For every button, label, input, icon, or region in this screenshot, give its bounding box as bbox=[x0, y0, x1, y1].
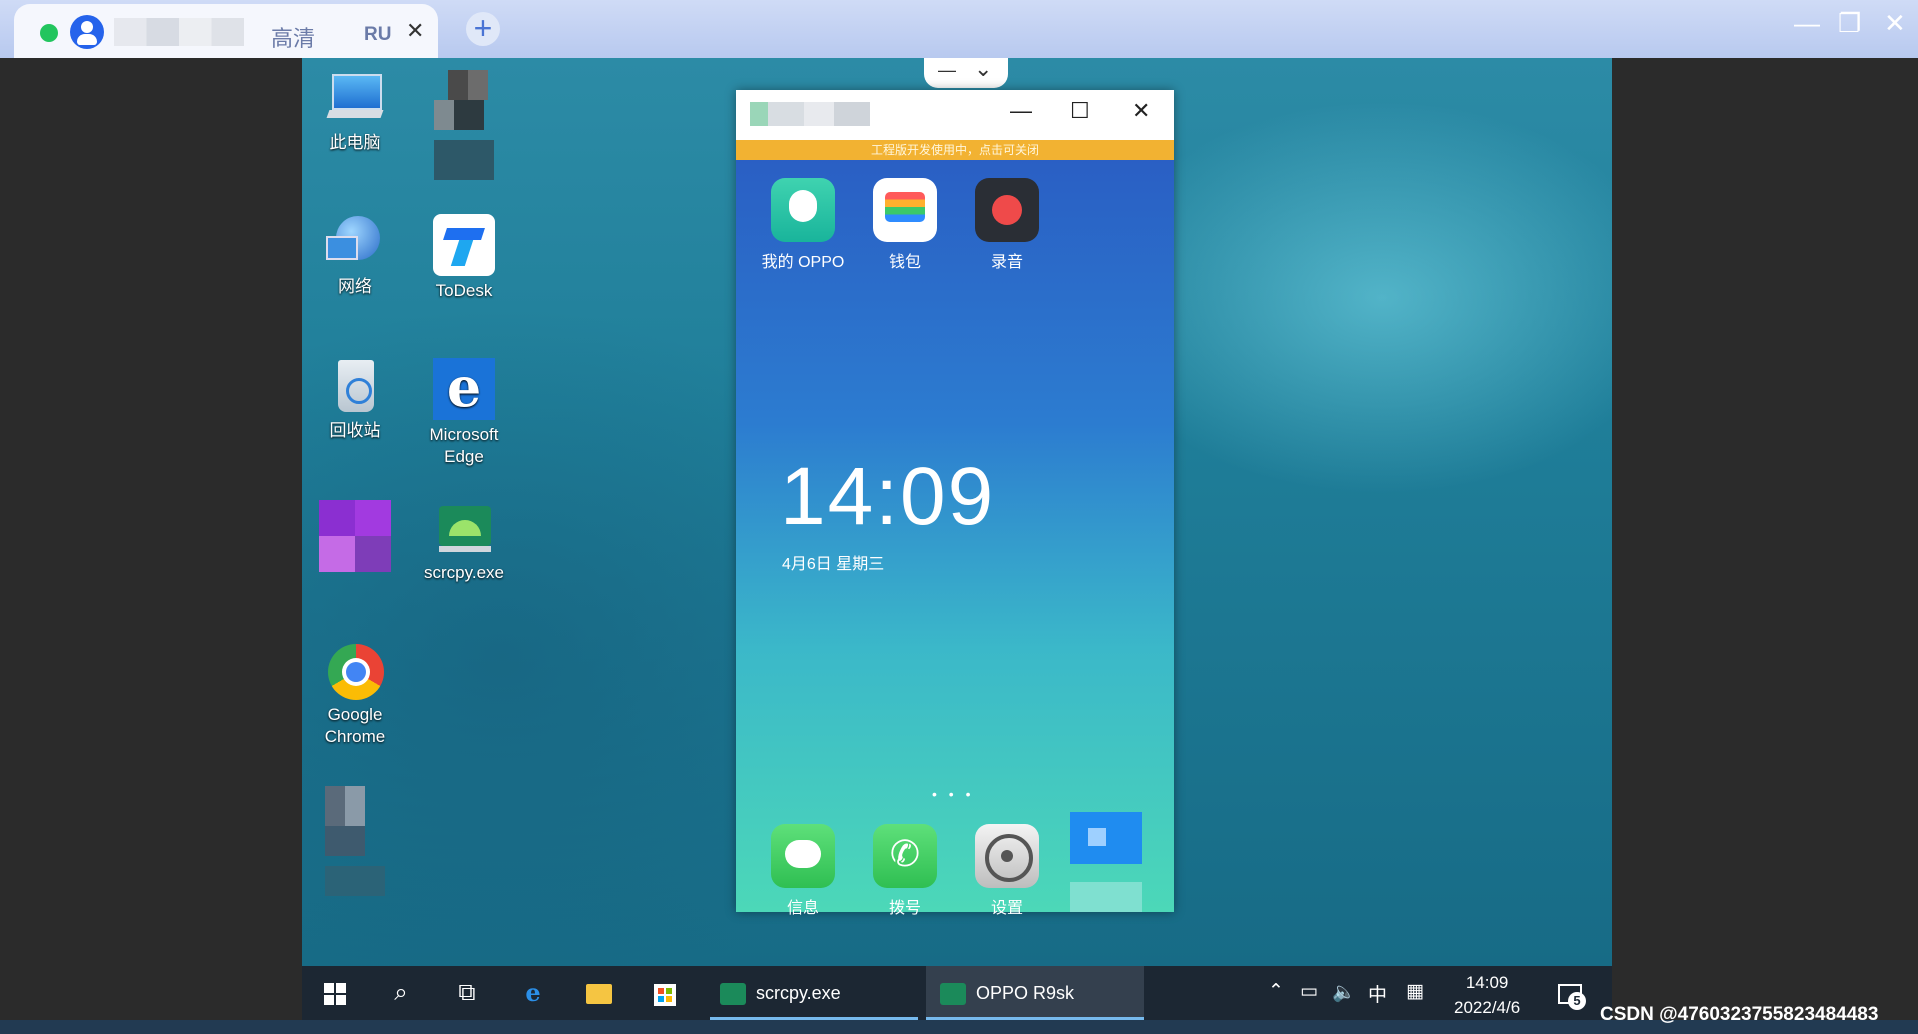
redacted-app-icon bbox=[1070, 812, 1142, 912]
app-my-oppo[interactable]: 我的 OPPO bbox=[758, 178, 848, 272]
desktop-icon-label: 网络 bbox=[338, 277, 372, 296]
restore-button[interactable]: ❐ bbox=[1838, 10, 1861, 36]
taskbar-app-label: OPPO R9sk bbox=[976, 983, 1075, 1003]
phone-close-button[interactable]: ✕ bbox=[1132, 100, 1150, 122]
minimize-button[interactable]: — bbox=[1794, 10, 1820, 36]
remote-desktop: 此电脑 网络 回收站 Google Chrome ToDesk e Micros… bbox=[302, 58, 1612, 966]
redacted-app-icon bbox=[325, 786, 385, 906]
session-tab[interactable]: 高清 RU ✕ bbox=[14, 4, 438, 58]
windows-taskbar: ⌕ ⧉ e scrcpy.exe OPPO R9sk ⌃ ▭ 🔈 中 ▦ 14:… bbox=[302, 966, 1612, 1020]
redacted-device-name bbox=[114, 18, 244, 46]
redacted-window-title bbox=[750, 102, 870, 126]
taskbar-app-oppo[interactable]: OPPO R9sk bbox=[926, 966, 1144, 1020]
taskbar-app-scrcpy[interactable]: scrcpy.exe bbox=[710, 966, 918, 1020]
taskbar-app-label: scrcpy.exe bbox=[756, 983, 841, 1003]
phone-minimize-button[interactable]: — bbox=[1010, 100, 1032, 122]
desktop-icon-redacted-3[interactable] bbox=[414, 70, 514, 194]
desktop-icon-microsoft-edge[interactable]: e Microsoft Edge bbox=[414, 358, 514, 468]
user-avatar-icon bbox=[70, 15, 104, 49]
scrcpy-icon bbox=[720, 983, 746, 1006]
task-view-icon[interactable]: ⧉ bbox=[452, 978, 482, 1008]
app-wallet[interactable]: 钱包 bbox=[860, 178, 950, 272]
taskbar-clock[interactable]: 14:09 2022/4/6 bbox=[1454, 970, 1520, 1020]
desktop-icon-todesk[interactable]: ToDesk bbox=[414, 214, 514, 302]
messages-icon bbox=[771, 824, 835, 888]
new-tab-button[interactable]: + bbox=[466, 12, 500, 46]
my-oppo-icon bbox=[771, 178, 835, 242]
todesk-icon bbox=[433, 214, 495, 276]
phone-maximize-button[interactable]: ☐ bbox=[1070, 100, 1090, 122]
app-recorder[interactable]: 录音 bbox=[962, 178, 1052, 272]
app-label: 信息 bbox=[786, 900, 819, 917]
search-icon[interactable]: ⌕ bbox=[386, 978, 416, 1008]
app-messages[interactable]: 信息 bbox=[758, 824, 848, 918]
scrcpy-mini-toolbar: — ⌄ bbox=[924, 58, 1008, 88]
notification-center-icon[interactable]: 5 bbox=[1554, 978, 1586, 1010]
chevron-down-icon[interactable]: ⌄ bbox=[974, 58, 992, 82]
desktop-icon-google-chrome[interactable]: Google Chrome bbox=[305, 642, 405, 748]
scrcpy-icon bbox=[940, 983, 966, 1006]
volume-muted-icon[interactable]: 🔈 bbox=[1332, 980, 1356, 1004]
home-date: 4月6日 星期三 bbox=[782, 556, 885, 573]
recycle-bin-icon bbox=[326, 358, 384, 416]
edge-taskbar-icon[interactable]: e bbox=[518, 978, 548, 1008]
scrcpy-icon bbox=[435, 500, 493, 558]
app-label: 拨号 bbox=[888, 900, 921, 917]
phone-mirror-window: — ☐ ✕ 工程版开发使用中，点击可关闭 我的 OPPO 钱包 录音 14:09… bbox=[736, 90, 1174, 917]
desktop-icon-label: ToDesk bbox=[435, 281, 493, 300]
network-tray-icon[interactable]: ▭ bbox=[1300, 980, 1318, 1003]
taskbar-time: 14:09 bbox=[1465, 973, 1509, 992]
taskbar-date: 2022/4/6 bbox=[1454, 998, 1521, 1017]
network-globe-icon bbox=[326, 214, 384, 272]
phone-home-screen: 我的 OPPO 钱包 录音 14:09 4月6日 星期三 • • • 信息 ✆ … bbox=[736, 160, 1174, 917]
redacted-app-icon bbox=[319, 500, 391, 572]
app-label: 我的 OPPO bbox=[761, 254, 845, 271]
settings-gear-icon bbox=[975, 824, 1039, 888]
chevron-up-icon[interactable]: ⌃ bbox=[1268, 980, 1284, 1003]
desktop-icon-recycle-bin[interactable]: 回收站 bbox=[305, 358, 405, 442]
app-label: 设置 bbox=[990, 900, 1023, 917]
desktop-icon-label: scrcpy.exe bbox=[424, 563, 504, 582]
keyboard-language-label[interactable]: RU bbox=[364, 24, 391, 46]
notification-count-badge: 5 bbox=[1568, 992, 1586, 1010]
start-windows-icon[interactable] bbox=[320, 978, 350, 1008]
tab-close-icon[interactable]: ✕ bbox=[406, 20, 424, 42]
desktop-icon-label: Google Chrome bbox=[324, 705, 386, 746]
remote-client-titlebar: 高清 RU ✕ + — ❐ ✕ bbox=[0, 0, 1918, 58]
microsoft-store-icon[interactable] bbox=[650, 978, 680, 1008]
desktop-icon-label: Microsoft Edge bbox=[429, 425, 499, 466]
csdn-watermark: CSDN @4760323755823484483 bbox=[1600, 1004, 1879, 1025]
desktop-icon-label: 回收站 bbox=[329, 421, 381, 440]
desktop-icon-label: 此电脑 bbox=[329, 133, 381, 152]
file-explorer-icon[interactable] bbox=[584, 978, 614, 1008]
desktop-icon-redacted-2[interactable] bbox=[305, 786, 405, 910]
page-indicator: • • • bbox=[932, 786, 975, 802]
app-dialer[interactable]: ✆ 拨号 bbox=[860, 824, 950, 918]
developer-mode-banner[interactable]: 工程版开发使用中，点击可关闭 bbox=[736, 140, 1174, 160]
desktop-icon-redacted-1[interactable] bbox=[305, 500, 405, 576]
desktop-icon-this-pc[interactable]: 此电脑 bbox=[305, 70, 405, 154]
phone-icon: ✆ bbox=[873, 824, 937, 888]
mini-minimize-icon[interactable]: — bbox=[938, 60, 956, 81]
desktop-icon-scrcpy[interactable]: scrcpy.exe bbox=[414, 500, 514, 584]
close-button[interactable]: ✕ bbox=[1884, 10, 1906, 36]
record-icon bbox=[975, 178, 1039, 242]
quality-label[interactable]: 高清 bbox=[271, 21, 315, 53]
phone-window-titlebar: — ☐ ✕ bbox=[736, 90, 1174, 140]
input-method-indicator[interactable]: 中 bbox=[1368, 980, 1387, 1007]
home-clock: 14:09 bbox=[780, 451, 996, 542]
redacted-app-icon bbox=[434, 70, 494, 190]
edge-icon: e bbox=[433, 358, 495, 420]
keyboard-layout-icon[interactable]: ▦ bbox=[1406, 980, 1424, 1003]
wallet-icon bbox=[873, 178, 937, 242]
chrome-icon bbox=[326, 642, 384, 700]
online-status-icon bbox=[40, 24, 58, 42]
computer-icon bbox=[326, 70, 384, 128]
desktop-icon-network[interactable]: 网络 bbox=[305, 214, 405, 298]
app-settings[interactable]: 设置 bbox=[962, 824, 1052, 918]
app-label: 录音 bbox=[990, 254, 1023, 271]
app-redacted[interactable] bbox=[1066, 812, 1146, 918]
app-label: 钱包 bbox=[888, 254, 921, 271]
